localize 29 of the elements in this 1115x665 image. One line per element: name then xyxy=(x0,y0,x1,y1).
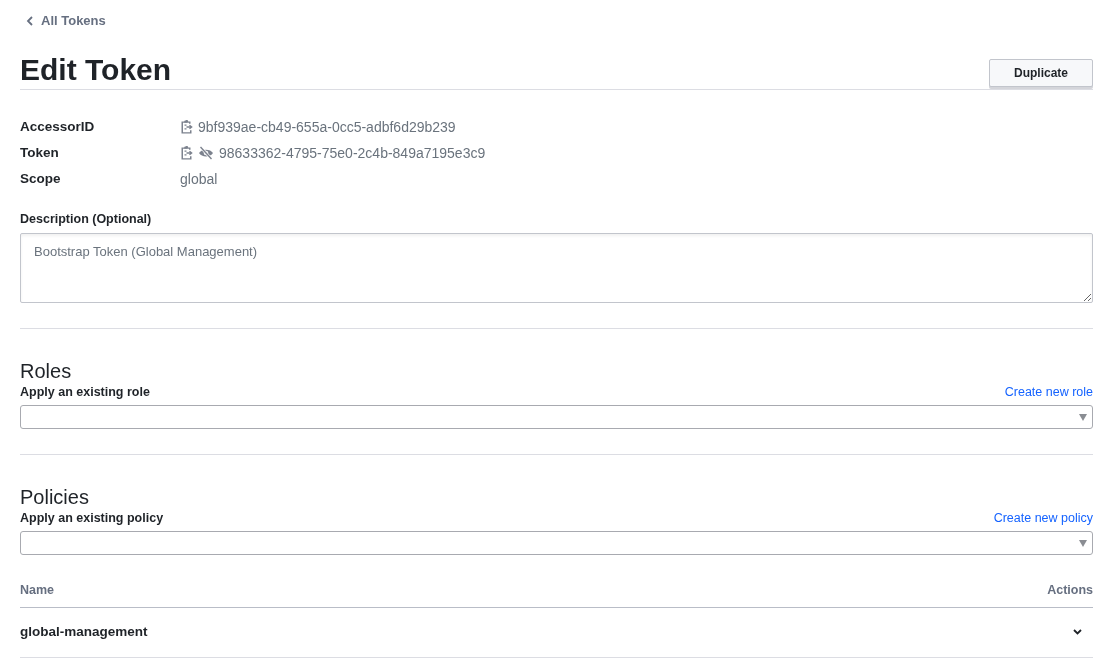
page-title: Edit Token xyxy=(20,52,172,88)
field-label: Apply an existing policy xyxy=(20,510,164,527)
field-label: Apply an existing role xyxy=(20,384,150,401)
duplicate-button[interactable]: Duplicate xyxy=(989,59,1093,87)
select-field[interactable] xyxy=(20,531,1093,555)
field-label: Scope xyxy=(20,169,62,188)
back-link[interactable]: All Tokens xyxy=(20,11,106,31)
section-heading: Roles xyxy=(20,359,73,383)
description-label: Description (Optional) xyxy=(20,211,153,228)
field-value: 98633362-4795-75e0-2c4b-849a7195e3c9 xyxy=(219,143,486,163)
field-value: 9bf939ae-cb49-655a-0cc5-adbf6d29b239 xyxy=(198,117,456,137)
select-field[interactable] xyxy=(20,405,1093,429)
create-link[interactable]: Create new policy xyxy=(993,509,1093,527)
chevron-down-icon[interactable] xyxy=(1073,629,1082,635)
copy-icon xyxy=(180,146,193,160)
chevron-left-icon xyxy=(26,16,33,26)
caret-down-icon xyxy=(1079,413,1087,421)
column-header: Actions xyxy=(1047,582,1093,599)
description-field[interactable]: Bootstrap Token (Global Management) xyxy=(20,233,1093,303)
column-header: Name xyxy=(20,582,55,599)
field-label: AccessorID xyxy=(20,117,96,136)
section-heading: Policies xyxy=(20,485,90,509)
copy-icon xyxy=(180,120,193,134)
caret-down-icon xyxy=(1079,539,1087,547)
table-cell: global-management xyxy=(20,623,148,641)
eye-slash-icon xyxy=(198,146,214,160)
field-label: Token xyxy=(20,143,60,162)
field-value: global xyxy=(180,169,218,189)
create-link[interactable]: Create new role xyxy=(1004,383,1093,401)
